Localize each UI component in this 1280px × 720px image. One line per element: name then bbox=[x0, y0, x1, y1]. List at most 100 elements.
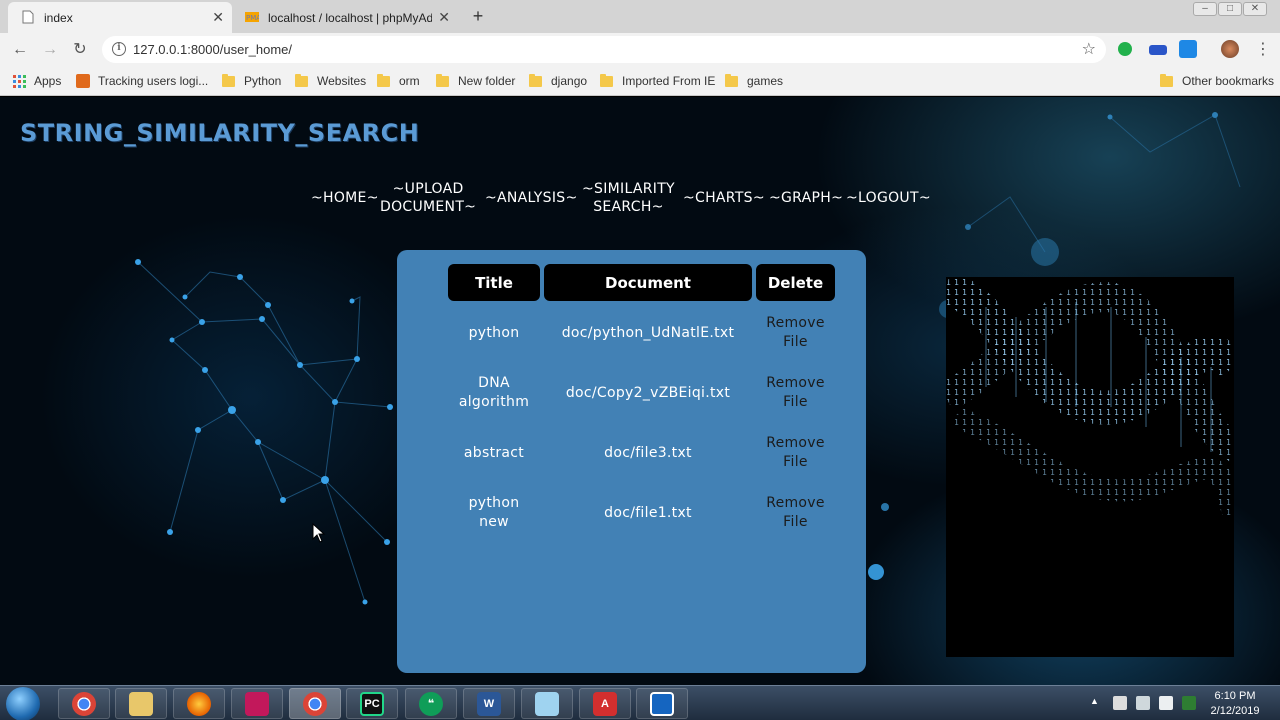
taskbar-hangouts[interactable]: ❝ bbox=[405, 688, 457, 719]
remove-file-link[interactable]: Remove File bbox=[756, 433, 835, 473]
title-line1: abstract bbox=[463, 444, 525, 461]
bookmark-websites[interactable]: Websites bbox=[295, 72, 366, 90]
row-title: DNA algorithm bbox=[448, 373, 540, 413]
taskbar-acrobat[interactable]: A bbox=[579, 688, 631, 719]
remove-file-link[interactable]: Remove File bbox=[756, 373, 835, 413]
taskbar-word[interactable]: W bbox=[463, 688, 515, 719]
tab-label: index bbox=[44, 10, 73, 25]
close-tab-icon[interactable]: ✕ bbox=[438, 9, 450, 25]
clock-time: 6:10 PM bbox=[1214, 690, 1256, 702]
url-text: 127.0.0.1:8000/user_home/ bbox=[133, 42, 293, 57]
profile-avatar-icon[interactable] bbox=[1221, 40, 1239, 58]
remote-desktop-icon bbox=[650, 691, 674, 716]
folder-icon bbox=[600, 73, 613, 87]
taskbar-notepad[interactable] bbox=[521, 688, 573, 719]
extension-green-icon[interactable] bbox=[1118, 42, 1132, 56]
remove-line1: Remove bbox=[766, 375, 825, 391]
remove-line2: File bbox=[783, 454, 808, 470]
nav-analysis[interactable]: ~ANALYSIS~ bbox=[485, 189, 577, 207]
taskbar-chrome[interactable] bbox=[58, 688, 110, 719]
tab-strip: index ✕ PMA localhost / localhost | phpM… bbox=[0, 0, 1280, 33]
tab-index[interactable]: index ✕ bbox=[8, 2, 232, 33]
bookmark-label: Websites bbox=[317, 74, 367, 88]
hangouts-icon: ❝ bbox=[419, 691, 443, 716]
taskbar-winrar[interactable] bbox=[231, 688, 283, 719]
row-document: doc/file1.txt bbox=[604, 504, 692, 521]
tab-phpmyadmin[interactable]: PMA localhost / localhost | phpMyAdr ✕ bbox=[232, 2, 458, 33]
info-icon[interactable]: i bbox=[112, 42, 126, 56]
nav-home[interactable]: ~HOME~ bbox=[311, 189, 379, 207]
bookmark-apps[interactable]: Apps bbox=[13, 72, 61, 90]
row-title: abstract bbox=[448, 433, 540, 473]
folder-icon bbox=[529, 73, 542, 87]
title-line1: DNA bbox=[478, 375, 510, 391]
close-tab-icon[interactable]: ✕ bbox=[212, 9, 224, 25]
taskbar: PC ❝ W A ▲ 6:10 PM 2/12/2019 bbox=[0, 685, 1280, 720]
bookmark-django[interactable]: django bbox=[529, 72, 587, 90]
remove-file-link[interactable]: Remove File bbox=[756, 493, 835, 533]
close-window-icon[interactable]: ✕ bbox=[1243, 2, 1267, 16]
bookmark-label: New folder bbox=[458, 74, 516, 88]
extension-cast-icon[interactable] bbox=[1179, 40, 1197, 58]
system-clock[interactable]: 6:10 PM 2/12/2019 bbox=[1200, 689, 1270, 719]
bookmark-tracking[interactable]: Tracking users logi... bbox=[76, 72, 208, 90]
tray-network-icon[interactable] bbox=[1136, 696, 1150, 710]
remove-line1: Remove bbox=[766, 435, 825, 451]
maximize-icon[interactable]: □ bbox=[1218, 2, 1242, 16]
taskbar-remote-desktop[interactable] bbox=[636, 688, 688, 719]
back-icon[interactable]: ← bbox=[9, 39, 31, 61]
start-button-icon[interactable] bbox=[6, 687, 40, 720]
bookmark-python[interactable]: Python bbox=[222, 72, 281, 90]
taskbar-chrome-active[interactable] bbox=[289, 688, 341, 719]
bookmark-star-icon[interactable]: ☆ bbox=[1082, 39, 1096, 59]
bookmark-label: Apps bbox=[34, 74, 62, 88]
tray-app-icon[interactable] bbox=[1182, 696, 1196, 710]
bookmark-games[interactable]: games bbox=[725, 72, 783, 90]
nav-logout[interactable]: ~LOGOUT~ bbox=[846, 189, 931, 207]
row-document: doc/python_UdNatlE.txt bbox=[561, 324, 735, 341]
extension-blue-icon[interactable] bbox=[1149, 45, 1167, 55]
firefox-icon bbox=[187, 691, 211, 716]
nav-upload-label-line2: DOCUMENT~ bbox=[380, 199, 477, 215]
folder-icon bbox=[222, 73, 235, 87]
browser-toolbar: ← → ↻ i 127.0.0.1:8000/user_home/ ☆ ⋮ bbox=[0, 33, 1280, 66]
nav-similarity-search[interactable]: ~SIMILARITY SEARCH~ bbox=[582, 180, 675, 216]
bookmark-other[interactable]: Other bookmarks bbox=[1160, 72, 1274, 90]
bookmark-new-folder[interactable]: New folder bbox=[436, 72, 515, 90]
bookmark-label: Imported From IE bbox=[622, 74, 716, 88]
bookmark-label: django bbox=[551, 74, 588, 88]
taskbar-explorer[interactable] bbox=[115, 688, 167, 719]
new-tab-icon[interactable]: + bbox=[468, 6, 488, 26]
remove-file-link[interactable]: Remove File bbox=[756, 313, 835, 353]
folder-icon bbox=[1160, 73, 1173, 87]
header-title: Title bbox=[448, 264, 540, 301]
nav-graph[interactable]: ~GRAPH~ bbox=[769, 189, 843, 207]
site-nav: ~HOME~ ~UPLOAD DOCUMENT~ ~ANALYSIS~ ~SIM… bbox=[0, 180, 1280, 220]
acrobat-icon: A bbox=[593, 691, 617, 716]
dna-helix-graphic: 1 bbox=[946, 277, 1234, 520]
clock-date: 2/12/2019 bbox=[1210, 705, 1260, 717]
folder-icon bbox=[295, 73, 308, 87]
row-title: python new bbox=[448, 493, 540, 533]
site-title: STRING_SIMILARITY_SEARCH bbox=[20, 119, 420, 147]
taskbar-pycharm[interactable]: PC bbox=[346, 688, 398, 719]
forward-icon[interactable]: → bbox=[39, 39, 61, 61]
menu-dots-icon[interactable]: ⋮ bbox=[1252, 39, 1274, 61]
reload-icon[interactable]: ↻ bbox=[69, 39, 91, 61]
taskbar-firefox[interactable] bbox=[173, 688, 225, 719]
bookmark-label: Tracking users logi... bbox=[98, 74, 209, 88]
bookmark-imported[interactable]: Imported From IE bbox=[600, 72, 715, 90]
bookmark-orm[interactable]: orm bbox=[377, 72, 420, 90]
address-bar[interactable]: i 127.0.0.1:8000/user_home/ ☆ bbox=[102, 36, 1106, 63]
nav-upload-document[interactable]: ~UPLOAD DOCUMENT~ bbox=[380, 180, 476, 216]
page-content: STRING_SIMILARITY_SEARCH ~HOME~ ~UPLOAD … bbox=[0, 97, 1280, 685]
documents-panel: Title Document Delete python doc/python_… bbox=[397, 250, 866, 673]
nav-charts[interactable]: ~CHARTS~ bbox=[683, 189, 765, 207]
remove-line2: File bbox=[783, 394, 808, 410]
tray-volume-icon[interactable] bbox=[1159, 696, 1173, 710]
show-hidden-icons-icon[interactable]: ▲ bbox=[1090, 696, 1104, 710]
minimize-icon[interactable]: – bbox=[1193, 2, 1217, 16]
tray-flag-icon[interactable] bbox=[1113, 696, 1127, 710]
row-title: python bbox=[448, 313, 540, 353]
title-line2: algorithm bbox=[458, 394, 530, 410]
